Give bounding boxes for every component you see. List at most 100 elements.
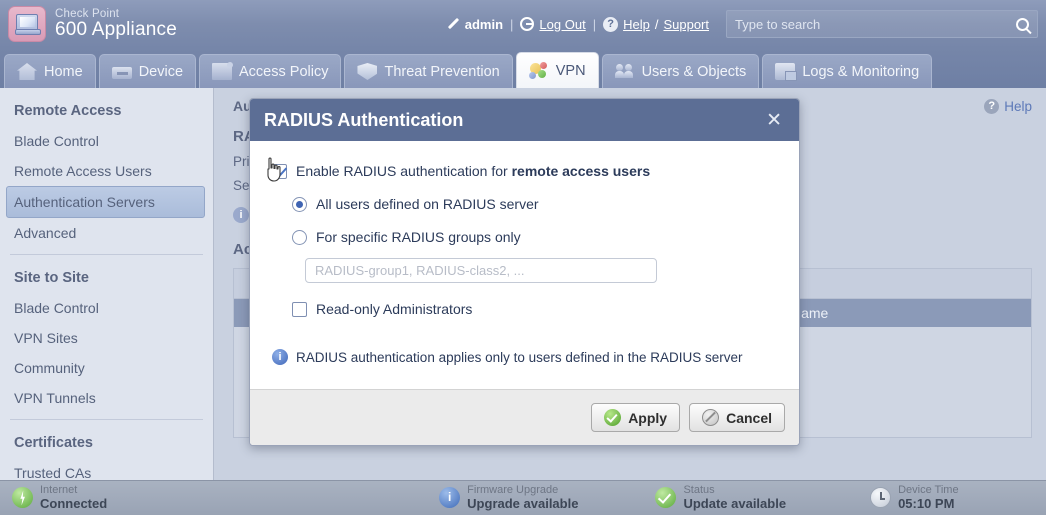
tab-users-objects[interactable]: Users & Objects: [601, 54, 760, 88]
logs-icon: [775, 63, 798, 81]
radio-all-users-row: All users defined on RADIUS server: [292, 196, 777, 212]
page-help-link[interactable]: ? Help: [984, 98, 1032, 114]
home-icon: [17, 63, 37, 80]
enable-radius-row: Enable RADIUS authentication for remote …: [267, 157, 777, 182]
radio-specific-groups-label: For specific RADIUS groups only: [316, 229, 521, 245]
readonly-admins-label: Read-only Administrators: [316, 301, 473, 317]
no-entry-icon: [702, 409, 720, 426]
readonly-admins-checkbox[interactable]: [292, 301, 307, 317]
tab-vpn[interactable]: VPN: [515, 52, 599, 88]
access-policy-icon: [212, 62, 234, 80]
divider: [10, 419, 203, 420]
logout-link[interactable]: Log Out: [539, 17, 585, 32]
brand: Check Point 600 Appliance: [0, 6, 177, 42]
status-firmware-upgrade[interactable]: i Firmware Upgrade Upgrade available: [439, 484, 578, 512]
tab-threat-prevention[interactable]: Threat Prevention: [344, 54, 513, 88]
sidebar-item-remote-access-users[interactable]: Remote Access Users: [0, 156, 213, 186]
app-root: Check Point 600 Appliance admin | Log Ou…: [0, 0, 1046, 515]
dialog-body: Enable RADIUS authentication for remote …: [250, 141, 799, 389]
dialog-note: i RADIUS authentication applies only to …: [272, 349, 777, 365]
main-tab-bar: Home Device Access Policy Threat Prevent…: [0, 48, 1046, 88]
radio-specific-groups-row: For specific RADIUS groups only: [292, 229, 777, 245]
dialog-note-text: RADIUS authentication applies only to us…: [296, 349, 743, 365]
status-value: Upgrade available: [467, 495, 579, 511]
sidebar-group-site-to-site: Site to Site: [14, 270, 89, 286]
sidebar-group-remote-access: Remote Access: [14, 103, 122, 119]
cancel-label: Cancel: [726, 409, 772, 426]
radius-authentication-dialog: RADIUS Authentication ✕ Enable RADIUS au…: [249, 98, 800, 446]
info-icon: i: [272, 349, 288, 365]
sidebar-item-advanced[interactable]: Advanced: [0, 218, 213, 248]
tab-label: Access Policy: [239, 63, 329, 80]
info-icon: i: [439, 487, 461, 509]
radius-groups-input[interactable]: [305, 258, 657, 283]
dialog-footer: Apply Cancel: [250, 389, 799, 445]
status-label: Firmware Upgrade: [467, 484, 559, 497]
tab-label: Threat Prevention: [384, 63, 500, 80]
status-update[interactable]: Status Update available: [655, 484, 786, 512]
sidebar-group-certificates: Certificates: [14, 435, 93, 451]
sidebar-item-community[interactable]: Community: [0, 353, 213, 383]
tab-label: Device: [138, 63, 184, 80]
separator: |: [592, 16, 597, 32]
users-icon: [614, 63, 635, 80]
enable-radius-checkbox[interactable]: [272, 163, 287, 179]
sidebar-item-authentication-servers[interactable]: Authentication Servers: [6, 186, 205, 218]
tab-home[interactable]: Home: [4, 54, 96, 88]
tab-device[interactable]: Device: [98, 54, 197, 88]
help-link[interactable]: Help: [623, 17, 650, 32]
sidebar-item-vpn-tunnels[interactable]: VPN Tunnels: [0, 383, 213, 413]
search-input[interactable]: [735, 16, 1016, 32]
radio-specific-groups[interactable]: [292, 229, 307, 245]
tab-label: Users & Objects: [641, 63, 747, 80]
search-icon[interactable]: [1016, 17, 1029, 31]
status-value: Connected: [40, 495, 108, 511]
status-internet[interactable]: Internet Connected: [12, 484, 107, 512]
tab-logs-monitoring[interactable]: Logs & Monitoring: [762, 54, 933, 88]
status-device-time[interactable]: Device Time 05:10 PM: [870, 484, 959, 512]
dialog-header: RADIUS Authentication ✕: [250, 99, 799, 141]
radio-all-users-label: All users defined on RADIUS server: [316, 196, 539, 212]
pencil-icon: [446, 17, 460, 31]
dialog-title: RADIUS Authentication: [264, 109, 464, 130]
enable-radius-text-bold: remote access users: [511, 163, 651, 179]
sidebar-item-trusted-cas[interactable]: Trusted CAs: [0, 458, 213, 480]
tab-label: Home: [44, 63, 83, 80]
apply-label: Apply: [628, 409, 668, 426]
readonly-admins-row: Read-only Administrators: [292, 301, 777, 317]
device-icon: [111, 67, 132, 79]
apply-button[interactable]: Apply: [591, 403, 681, 432]
status-value: 05:10 PM: [898, 495, 955, 511]
status-label: Status: [683, 484, 715, 497]
search-box[interactable]: [726, 10, 1038, 38]
top-header-bar: Check Point 600 Appliance admin | Log Ou…: [0, 0, 1046, 48]
brand-model: 600 Appliance: [55, 19, 177, 41]
logout-icon[interactable]: [520, 17, 535, 31]
sidebar-item-blade-control[interactable]: Blade Control: [0, 126, 213, 156]
slash: /: [654, 16, 659, 32]
clock-icon: [870, 487, 892, 509]
internet-icon: [12, 487, 33, 509]
radio-all-users[interactable]: [292, 196, 307, 212]
help-label: Help: [1004, 98, 1032, 114]
help-icon[interactable]: ?: [603, 16, 619, 32]
support-link[interactable]: Support: [663, 17, 709, 32]
divider: [10, 254, 203, 255]
enable-radius-text: Enable RADIUS authentication for: [296, 163, 512, 179]
sidebar: Remote Access Blade Control Remote Acces…: [0, 88, 214, 480]
info-icon: i: [233, 207, 249, 223]
tab-access-policy[interactable]: Access Policy: [199, 54, 342, 88]
appliance-icon: [8, 6, 46, 42]
sidebar-item-blade-control-s2s[interactable]: Blade Control: [0, 293, 213, 323]
cancel-button[interactable]: Cancel: [689, 403, 785, 432]
sidebar-item-vpn-sites[interactable]: VPN Sites: [0, 323, 213, 353]
vpn-icon: [528, 62, 549, 79]
close-icon[interactable]: ✕: [763, 109, 785, 132]
enable-radius-label: Enable RADIUS authentication for remote …: [296, 163, 650, 179]
status-label: Internet: [40, 484, 78, 497]
user-area: admin | Log Out | ? Help / Support: [446, 10, 1046, 38]
help-icon: ?: [984, 98, 1000, 114]
status-value: Update available: [683, 495, 787, 511]
separator: |: [510, 16, 514, 32]
admin-label: admin: [464, 16, 504, 32]
